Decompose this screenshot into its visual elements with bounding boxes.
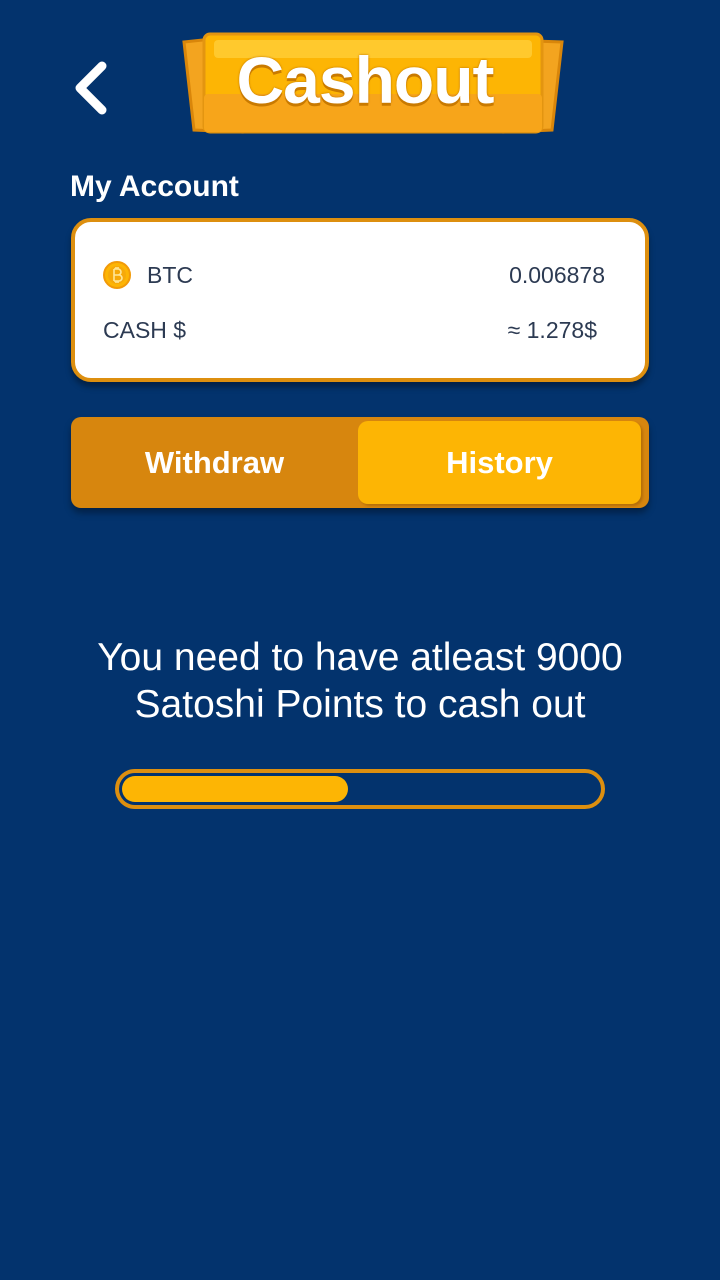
message-line-2: Satoshi Points to cash out bbox=[134, 683, 586, 726]
bitcoin-coin-icon bbox=[103, 261, 131, 289]
back-button[interactable] bbox=[62, 56, 122, 120]
progress-bar bbox=[115, 769, 605, 809]
btc-label: BTC bbox=[147, 261, 193, 288]
cash-label: CASH $ bbox=[103, 316, 187, 343]
account-section-label: My Account bbox=[70, 170, 239, 203]
progress-fill bbox=[122, 776, 348, 802]
cash-value: ≈ 1.278$ bbox=[507, 316, 597, 343]
btc-value: 0.006878 bbox=[509, 261, 605, 288]
account-card: BTC 0.006878 CASH $ ≈ 1.278$ bbox=[71, 218, 649, 382]
cashout-requirement-message: You need to have atleast 9000 Satoshi Po… bbox=[0, 634, 720, 728]
tab-history[interactable]: History bbox=[358, 421, 641, 504]
page-title: Cashout bbox=[236, 43, 495, 117]
chevron-left-icon bbox=[75, 61, 107, 115]
message-line-1: You need to have atleast 9000 bbox=[97, 636, 623, 679]
tab-bar: Withdraw History bbox=[71, 417, 649, 508]
btc-row: BTC 0.006878 bbox=[103, 255, 605, 295]
cash-row: CASH $ ≈ 1.278$ bbox=[103, 310, 605, 350]
tab-withdraw[interactable]: Withdraw bbox=[71, 421, 358, 504]
title-banner: Cashout bbox=[180, 32, 566, 142]
